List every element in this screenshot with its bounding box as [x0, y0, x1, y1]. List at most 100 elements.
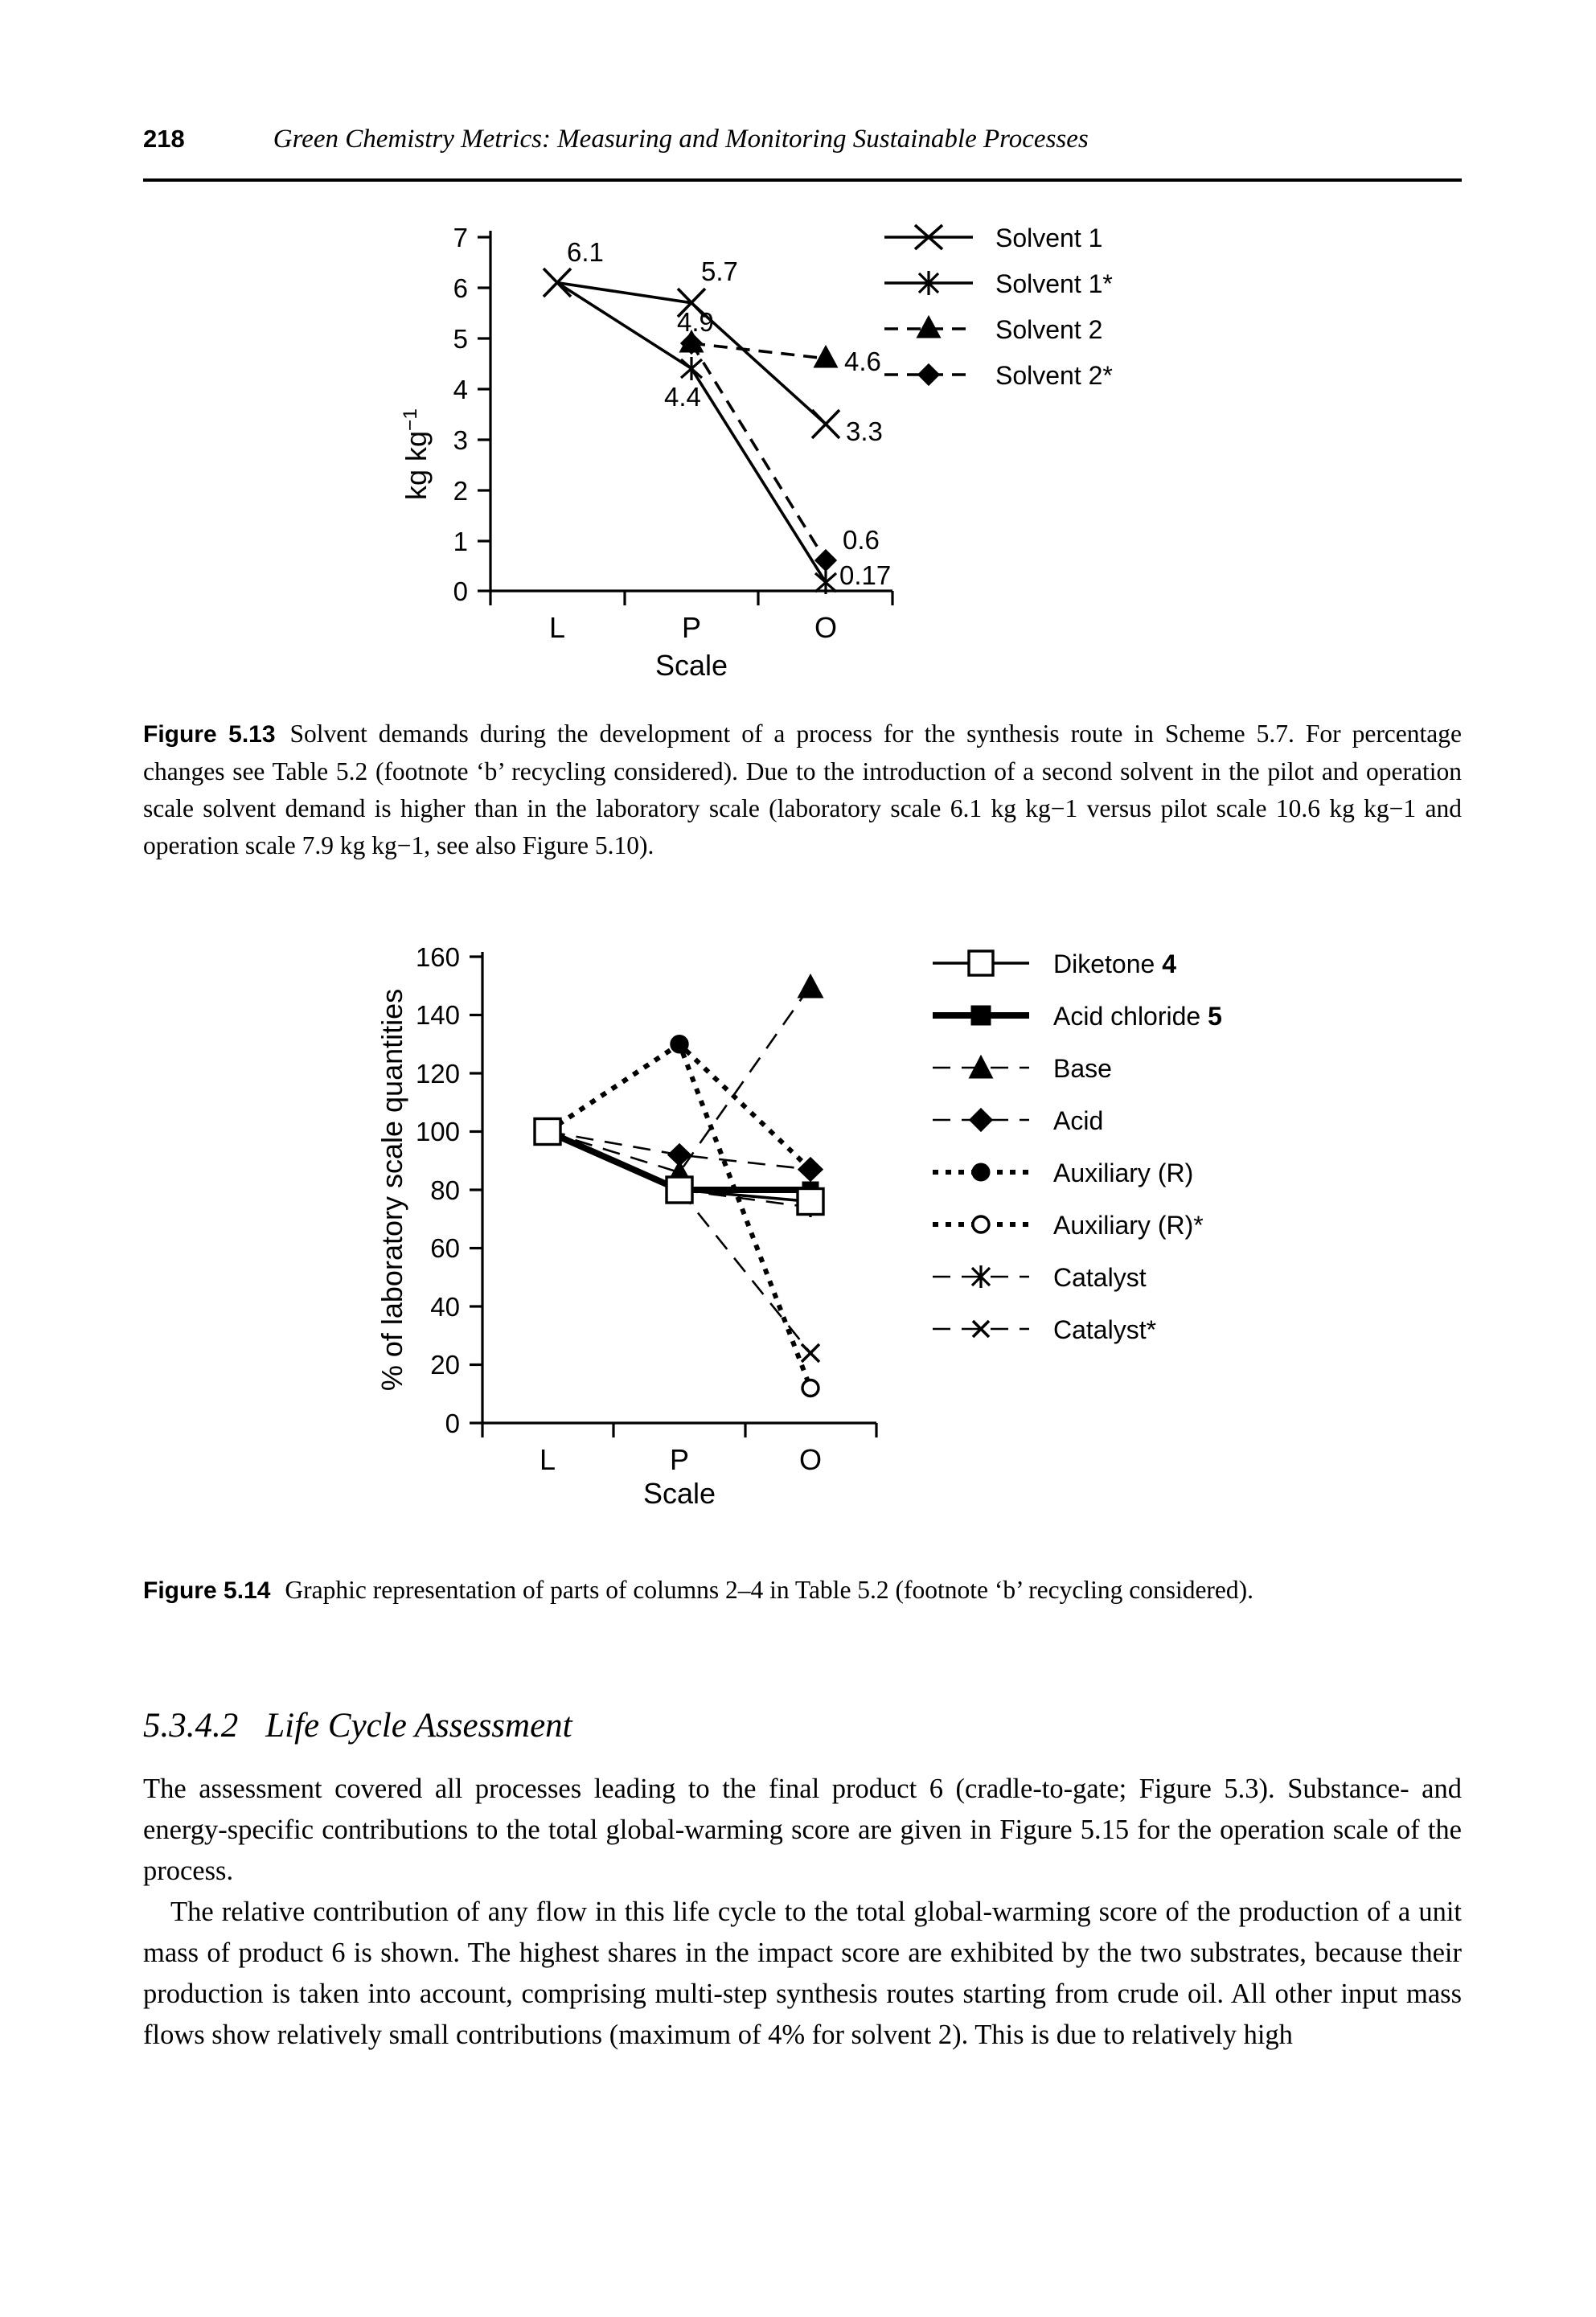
legend-label: Diketone 4	[1053, 949, 1176, 978]
data-label: 3.3	[846, 416, 883, 446]
data-label: 4.9	[677, 307, 714, 337]
y-tick-label: 120	[416, 1059, 460, 1089]
figure-5-13-caption-text: Solvent demands during the development o…	[143, 720, 1462, 859]
marker-square-open	[665, 1175, 694, 1204]
marker-circle-open	[971, 1215, 991, 1234]
section-number: 5.3.4.2	[143, 1707, 239, 1745]
section-title: Life Cycle Assessment	[265, 1707, 572, 1745]
legend-label: Base	[1053, 1054, 1112, 1083]
series-auxiliary-r-star	[538, 1035, 820, 1398]
legend-label: Solvent 1	[995, 223, 1102, 252]
y-tick-label: 80	[430, 1175, 460, 1205]
y-tick-label: 100	[416, 1117, 460, 1146]
marker-triangle	[797, 973, 824, 999]
y-tick-label: 2	[453, 476, 468, 506]
y-tick-label: 140	[416, 1000, 460, 1030]
legend-item-catalyst[interactable]: Catalyst	[933, 1263, 1147, 1292]
legend-label: Solvent 2*	[995, 361, 1113, 390]
legend-item-acid[interactable]: Acid	[933, 1106, 1103, 1135]
marker-triangle	[916, 314, 942, 338]
running-head: 218 Green Chemistry Metrics: Measuring a…	[143, 125, 1462, 154]
legend-item-solvent-1-star[interactable]: Solvent 1*	[884, 269, 1113, 298]
y-axis-title: % of laboratory scale quantities	[375, 989, 408, 1391]
x-axis-title: Scale	[655, 649, 728, 682]
marker-diamond	[797, 1156, 824, 1183]
marker-circle-filled	[671, 1036, 687, 1052]
chart-5-13-legend: Solvent 1 Solvent 1* Solvent 2 Solvent 2…	[884, 223, 1113, 390]
legend-item-solvent-2[interactable]: Solvent 2	[884, 314, 1102, 344]
legend-label: Auxiliary (R)	[1053, 1158, 1193, 1187]
x-axis: L P O Scale	[489, 589, 894, 682]
y-tick-label: 5	[453, 324, 468, 354]
y-tick-label: 6	[453, 273, 468, 303]
data-label: 6.1	[567, 237, 604, 267]
x-category-label: L	[549, 611, 565, 644]
legend-item-acid-chloride-5[interactable]: Acid chloride 5	[933, 1002, 1222, 1031]
section-heading: 5.3.4.2 Life Cycle Assessment	[143, 1706, 572, 1745]
series-solvent-2	[679, 329, 839, 368]
body-paragraph-2: The relative contribution of any flow in…	[143, 1897, 1462, 2050]
x-category-label: P	[682, 611, 701, 644]
legend-label: Acid chloride 5	[1053, 1002, 1222, 1031]
marker-triangle	[813, 344, 839, 368]
marker-diamond	[814, 548, 838, 572]
marker-circle-open	[801, 1378, 820, 1398]
legend-label: Solvent 2	[995, 315, 1102, 344]
legend-label: Catalyst	[1053, 1263, 1147, 1292]
x-category-label: P	[670, 1443, 689, 1476]
marker-square-open	[967, 949, 995, 977]
y-tick-label: 160	[416, 942, 460, 972]
y-tick-label: 0	[453, 576, 468, 606]
x-category-label: O	[814, 611, 837, 644]
y-tick-label: 0	[445, 1409, 460, 1438]
legend-item-catalyst-star[interactable]: Catalyst*	[933, 1315, 1156, 1344]
chart-5-13-svg: 7 6 5 4 3 2 1 0 kg kg−1 L P O Scale 6.1 …	[400, 223, 1113, 682]
legend-item-solvent-2-star[interactable]: Solvent 2*	[884, 361, 1113, 390]
series-solvent-2-star	[679, 331, 838, 572]
figure-5-13-caption: Figure 5.13 Solvent demands during the de…	[143, 716, 1462, 864]
book-title: Green Chemistry Metrics: Measuring and M…	[273, 125, 1089, 154]
y-tick-label: 3	[453, 425, 468, 455]
chart-5-14-svg: 160 140 120 100 80 60 40 20 0 % of labor…	[375, 942, 1222, 1510]
data-label: 0.17	[839, 560, 891, 590]
data-label: 4.4	[664, 382, 701, 412]
legend-label: Solvent 1*	[995, 269, 1113, 298]
figure-5-14-chart: 160 140 120 100 80 60 40 20 0 % of labor…	[322, 941, 1319, 1510]
data-label: 4.6	[844, 347, 881, 376]
marker-square-open	[796, 1187, 825, 1216]
header-rule	[143, 178, 1462, 182]
figure-5-13-chart: 7 6 5 4 3 2 1 0 kg kg−1 L P O Scale 6.1 …	[394, 213, 1262, 682]
book-page: 218 Green Chemistry Metrics: Measuring a…	[0, 0, 1596, 2317]
body-text: The assessment covered all processes lea…	[143, 1769, 1462, 2056]
y-axis: 7 6 5 4 3 2 1 0 kg kg−1	[400, 223, 492, 606]
legend-label: Catalyst*	[1053, 1315, 1156, 1344]
y-tick-label: 20	[430, 1350, 460, 1380]
legend-item-diketone-4[interactable]: Diketone 4	[933, 949, 1176, 978]
y-tick-label: 1	[453, 527, 468, 556]
y-tick-label: 40	[430, 1292, 460, 1322]
y-tick-label: 7	[453, 223, 468, 252]
figure-5-14-caption: Figure 5.14 Graphic representation of par…	[143, 1572, 1462, 1610]
legend-label: Acid	[1053, 1106, 1103, 1135]
marker-square-open	[533, 1117, 562, 1146]
figure-5-14-caption-text: Graphic representation of parts of colum…	[285, 1576, 1254, 1604]
legend-label: Auxiliary (R)*	[1053, 1211, 1204, 1240]
x-axis: L P O Scale	[481, 1421, 878, 1510]
figure-5-14-caption-label: Figure 5.14	[143, 1577, 271, 1604]
x-category-label: L	[540, 1443, 556, 1476]
marker-diamond	[917, 363, 941, 387]
body-paragraph-1: The assessment covered all processes lea…	[143, 1774, 1462, 1886]
page-number: 218	[143, 125, 185, 153]
legend-item-auxiliary-r-star[interactable]: Auxiliary (R)*	[933, 1211, 1204, 1240]
y-tick-label: 60	[430, 1233, 460, 1263]
data-label: 5.7	[701, 256, 738, 286]
x-axis-title: Scale	[643, 1477, 716, 1510]
legend-item-solvent-1[interactable]: Solvent 1	[884, 223, 1102, 252]
data-label: 0.6	[843, 525, 880, 555]
y-axis-title: kg kg−1	[400, 408, 433, 500]
legend-item-auxiliary-r[interactable]: Auxiliary (R)	[933, 1158, 1193, 1187]
figure-5-13-caption-label: Figure 5.13	[143, 721, 276, 748]
y-tick-label: 4	[453, 375, 468, 404]
x-category-label: O	[799, 1443, 822, 1476]
legend-item-base[interactable]: Base	[933, 1054, 1112, 1083]
